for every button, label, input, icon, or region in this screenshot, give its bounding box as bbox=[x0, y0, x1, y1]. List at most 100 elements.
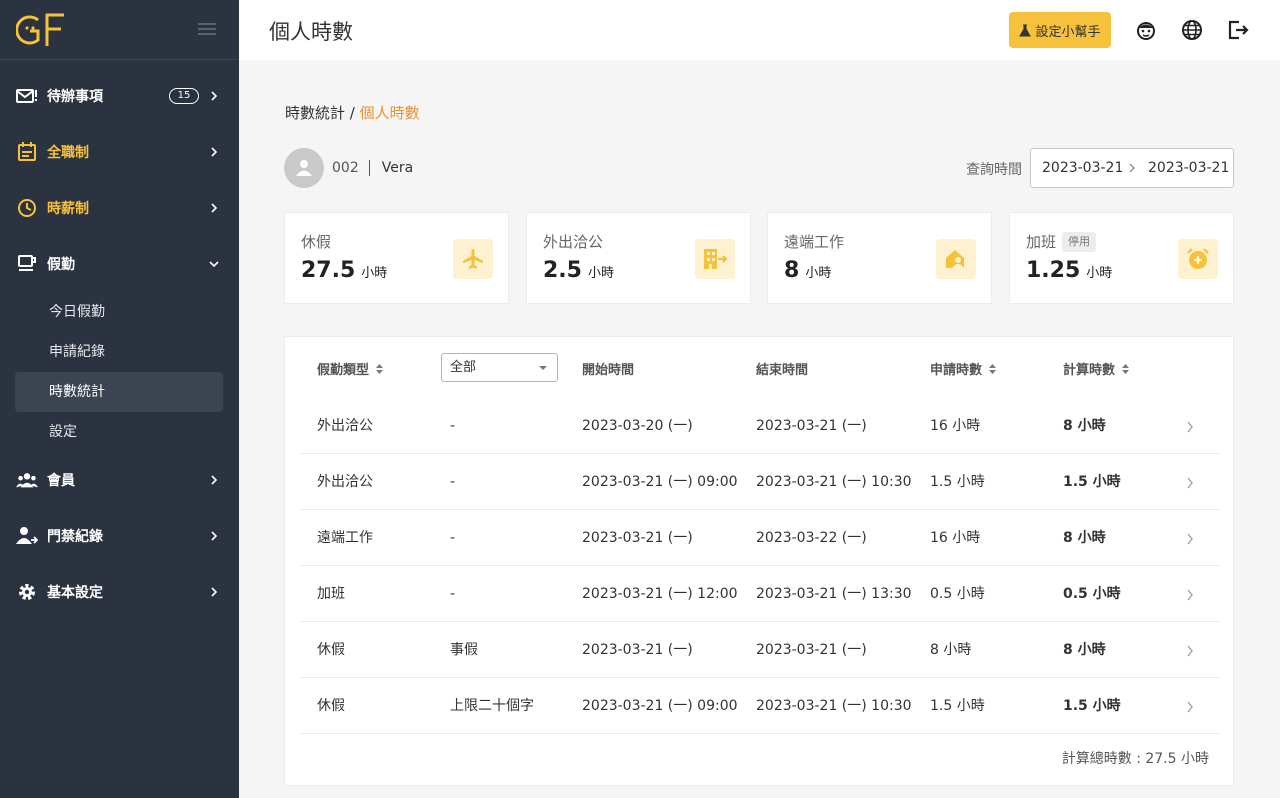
emoji-icon[interactable] bbox=[1135, 19, 1157, 41]
sidebar-item-basic-settings[interactable]: 基本設定 bbox=[0, 572, 239, 612]
building-exit-icon bbox=[695, 239, 735, 279]
cell-end: 2023-03-21 (一) 10:30 bbox=[756, 474, 912, 490]
cell-end: 2023-03-21 (一) bbox=[756, 418, 867, 434]
sidebar-subitem-hours[interactable]: 時數統計 bbox=[15, 372, 223, 412]
table-row[interactable]: 外出洽公 - 2023-03-21 (一) 09:00 2023-03-21 (… bbox=[301, 454, 1219, 510]
flask-icon bbox=[1019, 24, 1032, 36]
setup-helper-label: 設定小幫手 bbox=[1035, 24, 1101, 40]
cell-type: 外出洽公 bbox=[317, 418, 373, 434]
sidebar-item-label: 全職制 bbox=[47, 145, 89, 161]
cell-applied: 1.5 小時 bbox=[930, 474, 985, 490]
sidebar-item-label: 待辦事項 bbox=[47, 89, 103, 105]
type-filter-select[interactable]: 全部 bbox=[441, 353, 558, 382]
table-row[interactable]: 外出洽公 - 2023-03-20 (一) 2023-03-21 (一) 16 … bbox=[301, 398, 1219, 454]
gf-logo-icon[interactable] bbox=[16, 12, 76, 48]
stat-value: 2.5 bbox=[543, 258, 582, 283]
records-table: 假勤類型 全部 開始時間 結束時間 申請時數 計算時數 外出洽公 - 2023-… bbox=[284, 336, 1234, 786]
breadcrumb-current: 個人時數 bbox=[359, 104, 420, 122]
column-header-label: 申請時數 bbox=[930, 363, 983, 378]
top-bar: 個人時數 設定小幫手 bbox=[239, 0, 1280, 60]
column-header-label: 結束時間 bbox=[756, 363, 809, 378]
chevron-down-icon bbox=[209, 261, 219, 268]
stat-unit: 小時 bbox=[805, 266, 832, 281]
cell-calculated: 8 小時 bbox=[1063, 418, 1106, 434]
stat-card-business-trip: 外出洽公 2.5 小時 bbox=[526, 212, 751, 304]
cell-start: 2023-03-21 (一) 09:00 bbox=[582, 698, 738, 714]
sidebar-item-attendance[interactable]: 假勤 bbox=[0, 244, 239, 284]
cell-calculated: 1.5 小時 bbox=[1063, 474, 1121, 490]
setup-helper-button[interactable]: 設定小幫手 bbox=[1009, 12, 1111, 48]
chevron-right-icon bbox=[211, 475, 218, 485]
column-header-end: 結束時間 bbox=[756, 359, 808, 378]
chevron-right-icon bbox=[1187, 533, 1193, 545]
sidebar-subitem-today[interactable]: 今日假勤 bbox=[15, 292, 223, 332]
hamburger-icon[interactable] bbox=[198, 23, 216, 37]
cell-calculated: 8 小時 bbox=[1063, 530, 1106, 546]
calendar-icon bbox=[16, 141, 38, 163]
stat-value-wrap: 8 小時 bbox=[784, 258, 831, 283]
sidebar-subitem-records[interactable]: 申請紀錄 bbox=[15, 332, 223, 372]
sidebar-item-members[interactable]: 會員 bbox=[0, 460, 239, 500]
chevron-right-icon bbox=[211, 531, 218, 541]
logout-icon[interactable] bbox=[1227, 19, 1249, 41]
sidebar-item-access-records[interactable]: 門禁紀錄 bbox=[0, 516, 239, 556]
breadcrumb-parent[interactable]: 時數統計 bbox=[285, 104, 345, 122]
cell-start: 2023-03-21 (一) bbox=[582, 642, 693, 658]
sidebar-subitem-settings[interactable]: 設定 bbox=[15, 412, 223, 452]
sort-icon bbox=[376, 363, 384, 374]
caret-down-icon bbox=[539, 366, 547, 370]
column-header-applied[interactable]: 申請時數 bbox=[930, 359, 997, 378]
stat-value-wrap: 27.5 小時 bbox=[301, 258, 387, 283]
date-range-picker[interactable]: 2023-03-21 2023-03-21 bbox=[1030, 148, 1234, 188]
start-date[interactable]: 2023-03-21 bbox=[1042, 160, 1123, 176]
chevron-right-icon bbox=[1187, 701, 1193, 713]
avatar bbox=[284, 148, 324, 188]
home-work-icon bbox=[936, 239, 976, 279]
column-header-start: 開始時間 bbox=[582, 359, 634, 378]
total-hours: 計算總時數 : 27.5 小時 bbox=[1061, 751, 1209, 767]
stat-unit: 小時 bbox=[587, 266, 614, 281]
stat-value: 8 bbox=[784, 258, 800, 283]
cell-start: 2023-03-21 (一) 12:00 bbox=[582, 586, 738, 602]
sidebar-item-label: 假勤 bbox=[47, 257, 75, 273]
disabled-tag: 停用 bbox=[1062, 232, 1097, 252]
sort-icon bbox=[989, 363, 997, 374]
users-icon bbox=[16, 469, 38, 491]
column-header-calculated[interactable]: 計算時數 bbox=[1063, 359, 1130, 378]
chevron-right-icon bbox=[211, 147, 218, 157]
divider bbox=[368, 160, 370, 176]
cell-type: 加班 bbox=[317, 586, 345, 602]
table-row[interactable]: 遠端工作 - 2023-03-21 (一) 2023-03-22 (一) 16 … bbox=[301, 510, 1219, 566]
cell-applied: 8 小時 bbox=[930, 642, 972, 658]
alarm-plus-icon bbox=[1178, 239, 1218, 279]
end-date[interactable]: 2023-03-21 bbox=[1148, 160, 1229, 176]
stat-title: 休假 bbox=[301, 233, 332, 251]
sidebar-item-todo[interactable]: 待辦事項 15 bbox=[0, 76, 239, 116]
column-header-type[interactable]: 假勤類型 bbox=[317, 359, 384, 378]
sidebar-item-fulltime[interactable]: 全職制 bbox=[0, 132, 239, 172]
sidebar-item-hourly[interactable]: 時薪制 bbox=[0, 188, 239, 228]
globe-icon[interactable] bbox=[1181, 19, 1203, 41]
cell-calculated: 1.5 小時 bbox=[1063, 698, 1121, 714]
cell-applied: 16 小時 bbox=[930, 418, 981, 434]
cell-calculated: 8 小時 bbox=[1063, 642, 1106, 658]
sort-icon bbox=[1122, 363, 1130, 374]
cell-applied: 0.5 小時 bbox=[930, 586, 985, 602]
sidebar-item-label: 時薪制 bbox=[47, 201, 89, 217]
table-row[interactable]: 休假 上限二十個字 2023-03-21 (一) 09:00 2023-03-2… bbox=[301, 678, 1219, 734]
breadcrumb-separator: / bbox=[349, 104, 355, 122]
user-id: 002 bbox=[332, 160, 359, 176]
user-name: Vera bbox=[381, 160, 414, 176]
todo-count-badge: 15 bbox=[169, 88, 199, 104]
cell-start: 2023-03-21 (一) bbox=[582, 530, 693, 546]
sidebar-item-label: 門禁紀錄 bbox=[47, 529, 103, 545]
cell-subtype: - bbox=[450, 474, 456, 490]
table-row[interactable]: 休假 事假 2023-03-21 (一) 2023-03-21 (一) 8 小時… bbox=[301, 622, 1219, 678]
stat-title: 加班 bbox=[1026, 233, 1057, 251]
stat-value: 1.25 bbox=[1026, 258, 1081, 283]
table-row[interactable]: 加班 - 2023-03-21 (一) 12:00 2023-03-21 (一)… bbox=[301, 566, 1219, 622]
stat-unit: 小時 bbox=[1086, 266, 1113, 281]
sidebar-item-label: 會員 bbox=[47, 473, 75, 489]
page-title: 個人時數 bbox=[269, 20, 353, 44]
user-info: 002 Vera bbox=[284, 148, 413, 188]
